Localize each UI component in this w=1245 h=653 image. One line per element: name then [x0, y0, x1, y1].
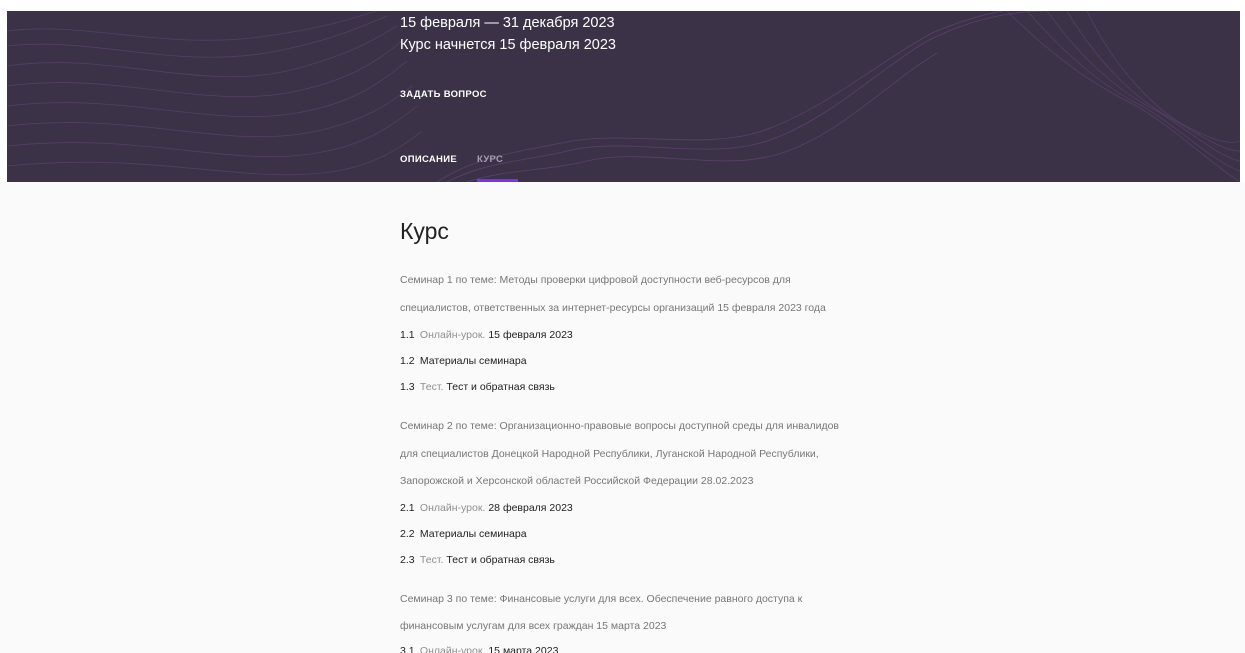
lesson-number: 1.2: [400, 355, 415, 367]
lesson-number: 2.2: [400, 528, 415, 540]
page: 15 февраля — 31 декабря 2023 Курс начнет…: [0, 0, 1245, 653]
lesson-title: Тест и обратная связь: [446, 381, 555, 393]
lesson-number: 2.3: [400, 554, 415, 566]
page-title: Курс: [400, 218, 449, 244]
lesson-title: Тест и обратная связь: [446, 554, 555, 566]
ask-question-link[interactable]: ЗАДАТЬ ВОПРОС: [400, 89, 487, 100]
lesson-kind: Тест.: [419, 554, 444, 566]
course-hero-banner: 15 февраля — 31 декабря 2023 Курс начнет…: [7, 11, 1240, 182]
lesson-item[interactable]: 2.1 Онлайн-урок. 28 февраля 2023: [400, 502, 573, 514]
lesson-kind: Тест.: [419, 381, 444, 393]
lesson-title: 15 февраля 2023: [488, 329, 573, 341]
lesson-number: 1.1: [400, 329, 415, 341]
lesson-item[interactable]: 1.3 Тест. Тест и обратная связь: [400, 381, 555, 393]
lesson-number: 1.3: [400, 381, 415, 393]
seminar-title: Семинар 3 по теме: Финансовые услуги для…: [400, 593, 803, 605]
lesson-number: 2.1: [400, 502, 415, 514]
lesson-title: Материалы семинара: [419, 355, 527, 367]
lesson-title: Материалы семинара: [419, 528, 527, 540]
course-start-date: Курс начнется 15 февраля 2023: [400, 37, 616, 53]
seminar-title: финансовым услугам для всех граждан 15 м…: [400, 620, 667, 632]
seminar-title: Семинар 1 по теме: Методы проверки цифро…: [400, 274, 791, 286]
seminar-title: Семинар 2 по теме: Организационно-правов…: [400, 420, 840, 432]
seminar-title: для специалистов Донецкой Народной Респу…: [400, 448, 819, 460]
lesson-title: 28 февраля 2023: [488, 502, 573, 514]
seminar-title: Запорожской и Херсонской областей Россий…: [400, 475, 754, 487]
content-background: [0, 182, 1245, 653]
lesson-item[interactable]: 1.2 Материалы семинара: [400, 355, 527, 367]
lesson-item[interactable]: 2.2 Материалы семинара: [400, 528, 527, 540]
hero-content: 15 февраля — 31 декабря 2023 Курс начнет…: [400, 11, 960, 182]
lesson-item[interactable]: 3.1 Онлайн-урок. 15 марта 2023: [400, 645, 558, 653]
lesson-item[interactable]: 1.1 Онлайн-урок. 15 февраля 2023: [400, 329, 573, 341]
course-dates: 15 февраля — 31 декабря 2023: [400, 15, 615, 31]
tab-course[interactable]: КУРС: [477, 154, 503, 165]
tab-description[interactable]: ОПИСАНИЕ: [400, 154, 457, 165]
lesson-kind: Онлайн-урок.: [419, 502, 486, 514]
lesson-title: 15 марта 2023: [488, 645, 559, 653]
seminar-title: специалистов, ответственных за интернет-…: [400, 302, 826, 314]
lesson-number: 3.1: [400, 645, 415, 653]
lesson-kind: Онлайн-урок.: [419, 329, 486, 341]
lesson-kind: Онлайн-урок.: [419, 645, 486, 653]
lesson-item[interactable]: 2.3 Тест. Тест и обратная связь: [400, 554, 555, 566]
